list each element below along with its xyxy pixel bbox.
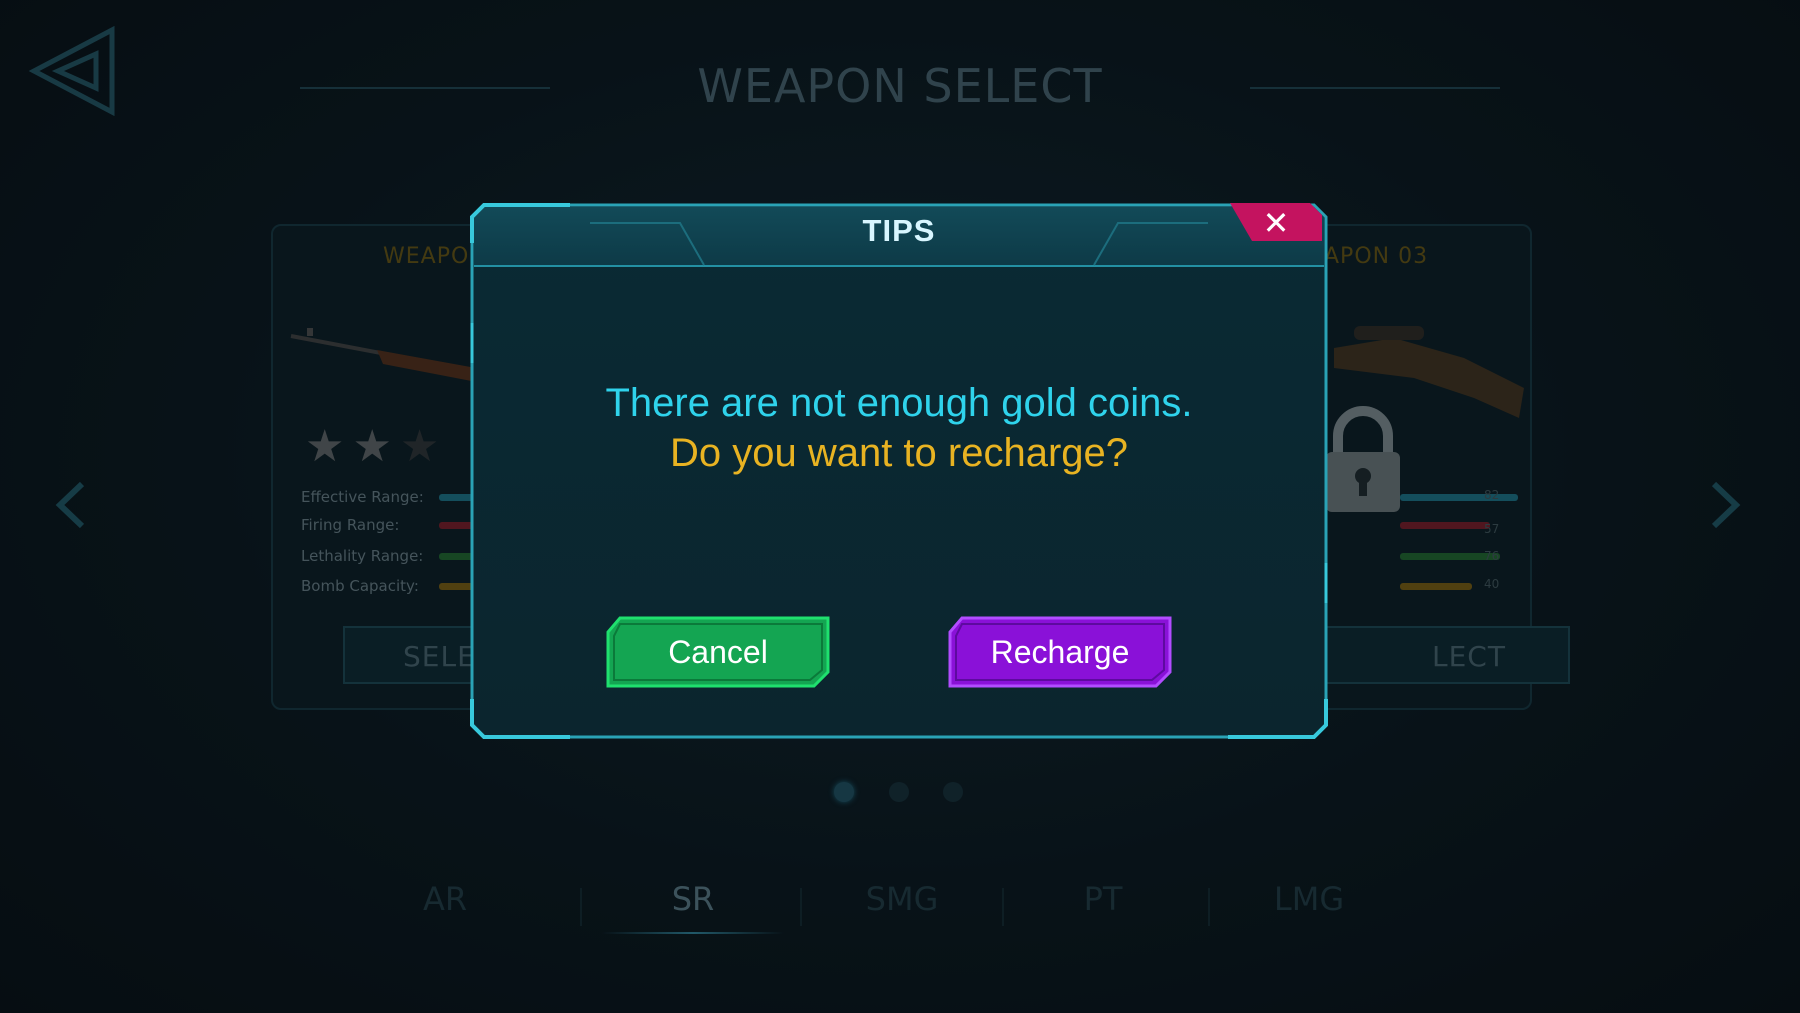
page-dot[interactable] xyxy=(889,782,909,802)
tab-smg[interactable]: SMG xyxy=(827,880,977,918)
recharge-button[interactable]: Recharge xyxy=(948,616,1172,688)
tab-divider xyxy=(1208,888,1210,926)
stat-value-firing-range: 57 xyxy=(1484,522,1500,536)
page-indicator xyxy=(826,782,986,806)
weapon-category-tabs: AR SR SMG PT LMG xyxy=(370,880,1370,940)
star-empty-icon: ★ xyxy=(399,421,448,472)
dialog-message-secondary: Do you want to recharge? xyxy=(669,431,1129,475)
back-button[interactable] xyxy=(28,25,116,117)
stat-bar-bomb-capacity xyxy=(1400,583,1472,590)
stat-bar-firing-range xyxy=(1400,522,1490,529)
screen-header: WEAPON SELECT xyxy=(300,55,1500,115)
stat-value-bomb-capacity: 40 xyxy=(1484,577,1500,591)
chevron-left-icon[interactable] xyxy=(52,480,92,530)
weapon-card-title: APON 03 xyxy=(1324,244,1429,269)
chevron-right-icon[interactable] xyxy=(1704,480,1744,530)
star-icon: ★ xyxy=(305,421,353,472)
stat-bar-effective-range xyxy=(1400,494,1518,501)
close-button[interactable]: ✕ xyxy=(1230,203,1322,242)
dialog-message-primary: There are not enough gold coins. xyxy=(605,381,1193,425)
stat-label-firing-range: Firing Range: xyxy=(301,516,400,534)
stat-label-bomb-capacity: Bomb Capacity: xyxy=(301,577,419,595)
tab-divider xyxy=(1002,888,1004,926)
stat-label-lethality-range: Lethality Range: xyxy=(301,547,424,565)
star-icon: ★ xyxy=(352,421,400,472)
tab-divider xyxy=(580,888,582,926)
dialog-title: TIPS xyxy=(862,213,936,248)
stat-value-lethality-range: 76 xyxy=(1484,549,1500,563)
lock-icon xyxy=(1326,406,1400,512)
tab-lmg[interactable]: LMG xyxy=(1234,880,1384,918)
recharge-button-label: Recharge xyxy=(990,634,1130,670)
stat-label-effective-range: Effective Range: xyxy=(301,488,424,506)
rifle-image xyxy=(290,328,487,384)
screen-title: WEAPON SELECT xyxy=(697,59,1103,113)
tab-pt[interactable]: PT xyxy=(1028,880,1178,918)
tips-dialog: TIPS ✕ There are not enough gold coins. … xyxy=(470,203,1328,739)
page-dot[interactable] xyxy=(943,782,963,802)
cancel-button[interactable]: Cancel xyxy=(606,616,830,688)
tab-divider xyxy=(800,888,802,926)
cancel-button-label: Cancel xyxy=(668,634,768,670)
tab-ar[interactable]: AR xyxy=(370,880,520,918)
page-dot[interactable] xyxy=(834,782,854,802)
back-arrow-icon xyxy=(28,25,115,117)
active-tab-indicator xyxy=(602,932,784,934)
close-icon: ✕ xyxy=(1262,204,1290,242)
weapon-rating-stars: ★★★ xyxy=(305,421,447,472)
stat-value-effective-range: 82 xyxy=(1484,488,1500,502)
weapon-card-title: WEAPO xyxy=(383,244,470,269)
tab-sr[interactable]: SR xyxy=(618,880,768,918)
